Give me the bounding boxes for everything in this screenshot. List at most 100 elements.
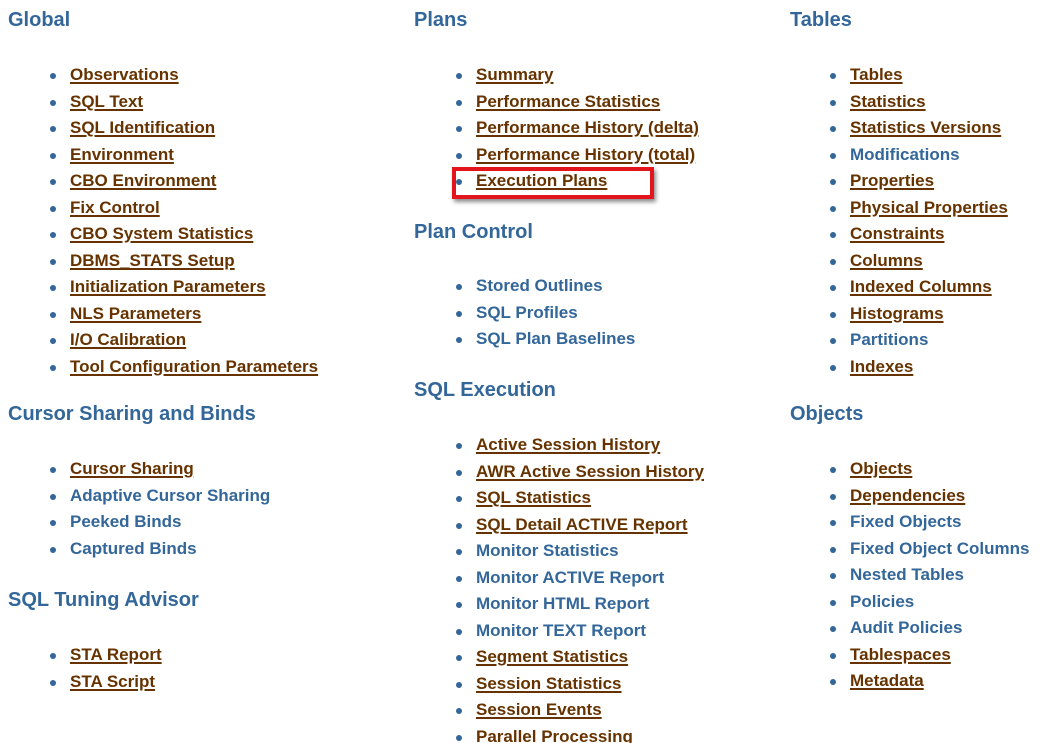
link-parallel-processing[interactable]: Parallel Processing — [476, 727, 633, 743]
link-peeked-binds[interactable]: Peeked Binds — [70, 512, 182, 531]
bullet-icon — [50, 520, 56, 526]
section-heading-sql-execution: SQL Execution — [414, 379, 556, 401]
list-item: Histograms — [830, 301, 1008, 328]
bullet-icon — [456, 337, 462, 343]
bullet-icon — [456, 469, 462, 476]
bullet-icon — [456, 310, 462, 317]
link-properties[interactable]: Properties — [850, 171, 934, 190]
link-stored-outlines[interactable]: Stored Outlines — [476, 276, 603, 295]
link-monitor-active-report[interactable]: Monitor ACTIVE Report — [476, 568, 664, 587]
list-item: Indexes — [830, 354, 1008, 381]
link-objects[interactable]: Objects — [850, 459, 912, 478]
link-sta-script[interactable]: STA Script — [70, 672, 155, 691]
list-item: Parallel Processing — [456, 724, 704, 743]
link-sql-profiles[interactable]: SQL Profiles — [476, 303, 578, 322]
link-constraints[interactable]: Constraints — [850, 224, 944, 243]
section-heading-plan-control: Plan Control — [414, 221, 533, 243]
bullet-icon — [830, 205, 836, 212]
link-monitor-html-report[interactable]: Monitor HTML Report — [476, 594, 649, 613]
link-captured-binds[interactable]: Captured Binds — [70, 539, 197, 558]
highlight-box — [452, 167, 654, 199]
bullet-icon — [830, 573, 836, 579]
list-item: Captured Binds — [50, 536, 270, 563]
link-indexed-columns[interactable]: Indexed Columns — [850, 277, 992, 296]
link-tables[interactable]: Tables — [850, 65, 903, 84]
link-cbo-environment[interactable]: CBO Environment — [70, 171, 216, 190]
link-session-events[interactable]: Session Events — [476, 700, 602, 719]
bullet-icon — [456, 99, 462, 106]
link-metadata[interactable]: Metadata — [850, 671, 924, 690]
link-sql-detail-active-report[interactable]: SQL Detail ACTIVE Report — [476, 515, 688, 534]
link-cursor-sharing[interactable]: Cursor Sharing — [70, 459, 194, 478]
link-environment[interactable]: Environment — [70, 145, 174, 164]
link-sql-text[interactable]: SQL Text — [70, 92, 143, 111]
link-statistics[interactable]: Statistics — [850, 92, 926, 111]
section-heading-cursor-sharing: Cursor Sharing and Binds — [8, 403, 256, 425]
bullet-icon — [830, 285, 836, 291]
link-session-statistics[interactable]: Session Statistics — [476, 674, 622, 693]
link-monitor-statistics[interactable]: Monitor Statistics — [476, 541, 619, 560]
list-item: STA Script — [50, 669, 162, 696]
link-segment-statistics[interactable]: Segment Statistics — [476, 647, 628, 666]
link-sql-plan-baselines[interactable]: SQL Plan Baselines — [476, 329, 635, 348]
link-modifications[interactable]: Modifications — [850, 145, 960, 164]
link-sta-report[interactable]: STA Report — [70, 645, 162, 664]
list-item: Tables — [830, 62, 1008, 89]
bullet-icon — [830, 99, 836, 106]
list-item: Cursor Sharing — [50, 456, 270, 483]
link-policies[interactable]: Policies — [850, 592, 914, 611]
link-indexes[interactable]: Indexes — [850, 357, 913, 376]
link-performance-history-delta[interactable]: Performance History (delta) — [476, 118, 699, 137]
link-fix-control[interactable]: Fix Control — [70, 198, 160, 217]
bullet-icon — [50, 364, 56, 371]
list-item: Observations — [50, 62, 318, 89]
bullet-icon — [50, 152, 56, 159]
link-tablespaces[interactable]: Tablespaces — [850, 645, 951, 664]
link-audit-policies[interactable]: Audit Policies — [850, 618, 962, 637]
bullet-icon — [456, 628, 462, 635]
list-item: SQL Plan Baselines — [456, 326, 635, 353]
list-global: Observations SQL Text SQL Identification En… — [50, 62, 318, 380]
bullet-icon — [50, 679, 56, 686]
link-awr-active-session-history[interactable]: AWR Active Session History — [476, 462, 704, 481]
link-dbms-stats-setup[interactable]: DBMS_STATS Setup — [70, 251, 235, 270]
link-initialization-parameters[interactable]: Initialization Parameters — [70, 277, 266, 296]
link-cbo-system-statistics[interactable]: CBO System Statistics — [70, 224, 253, 243]
link-nls-parameters[interactable]: NLS Parameters — [70, 304, 201, 323]
list-item: SQL Text — [50, 89, 318, 116]
link-columns[interactable]: Columns — [850, 251, 923, 270]
link-adaptive-cursor-sharing[interactable]: Adaptive Cursor Sharing — [70, 486, 270, 505]
link-partitions[interactable]: Partitions — [850, 330, 928, 349]
list-item: Properties — [830, 168, 1008, 195]
link-observations[interactable]: Observations — [70, 65, 179, 84]
list-item: Constraints — [830, 221, 1008, 248]
link-physical-properties[interactable]: Physical Properties — [850, 198, 1008, 217]
link-i-o-calibration[interactable]: I/O Calibration — [70, 330, 186, 349]
link-performance-statistics[interactable]: Performance Statistics — [476, 92, 660, 111]
link-dependencies[interactable]: Dependencies — [850, 486, 965, 505]
link-monitor-text-report[interactable]: Monitor TEXT Report — [476, 621, 646, 640]
list-item: Fixed Objects — [830, 509, 1029, 536]
link-tool-configuration-parameters[interactable]: Tool Configuration Parameters — [70, 357, 318, 376]
list-item: SQL Detail ACTIVE Report — [456, 512, 704, 539]
link-nested-tables[interactable]: Nested Tables — [850, 565, 964, 584]
link-statistics-versions[interactable]: Statistics Versions — [850, 118, 1001, 137]
bullet-icon — [830, 467, 836, 473]
bullet-icon — [830, 546, 836, 553]
link-fixed-objects[interactable]: Fixed Objects — [850, 512, 961, 531]
link-sql-statistics[interactable]: SQL Statistics — [476, 488, 591, 507]
list-item: Indexed Columns — [830, 274, 1008, 301]
link-fixed-object-columns[interactable]: Fixed Object Columns — [850, 539, 1029, 558]
bullet-icon — [830, 179, 836, 185]
bullet-icon — [830, 599, 836, 606]
link-histograms[interactable]: Histograms — [850, 304, 944, 323]
bullet-icon — [456, 734, 462, 741]
list-item: Stored Outlines — [456, 273, 635, 300]
section-heading-tables: Tables — [790, 9, 852, 31]
link-summary[interactable]: Summary — [476, 65, 553, 84]
bullet-icon — [456, 73, 462, 79]
bullet-icon — [50, 205, 56, 212]
link-sql-identification[interactable]: SQL Identification — [70, 118, 215, 137]
link-active-session-history[interactable]: Active Session History — [476, 435, 660, 454]
link-performance-history-total[interactable]: Performance History (total) — [476, 145, 695, 164]
